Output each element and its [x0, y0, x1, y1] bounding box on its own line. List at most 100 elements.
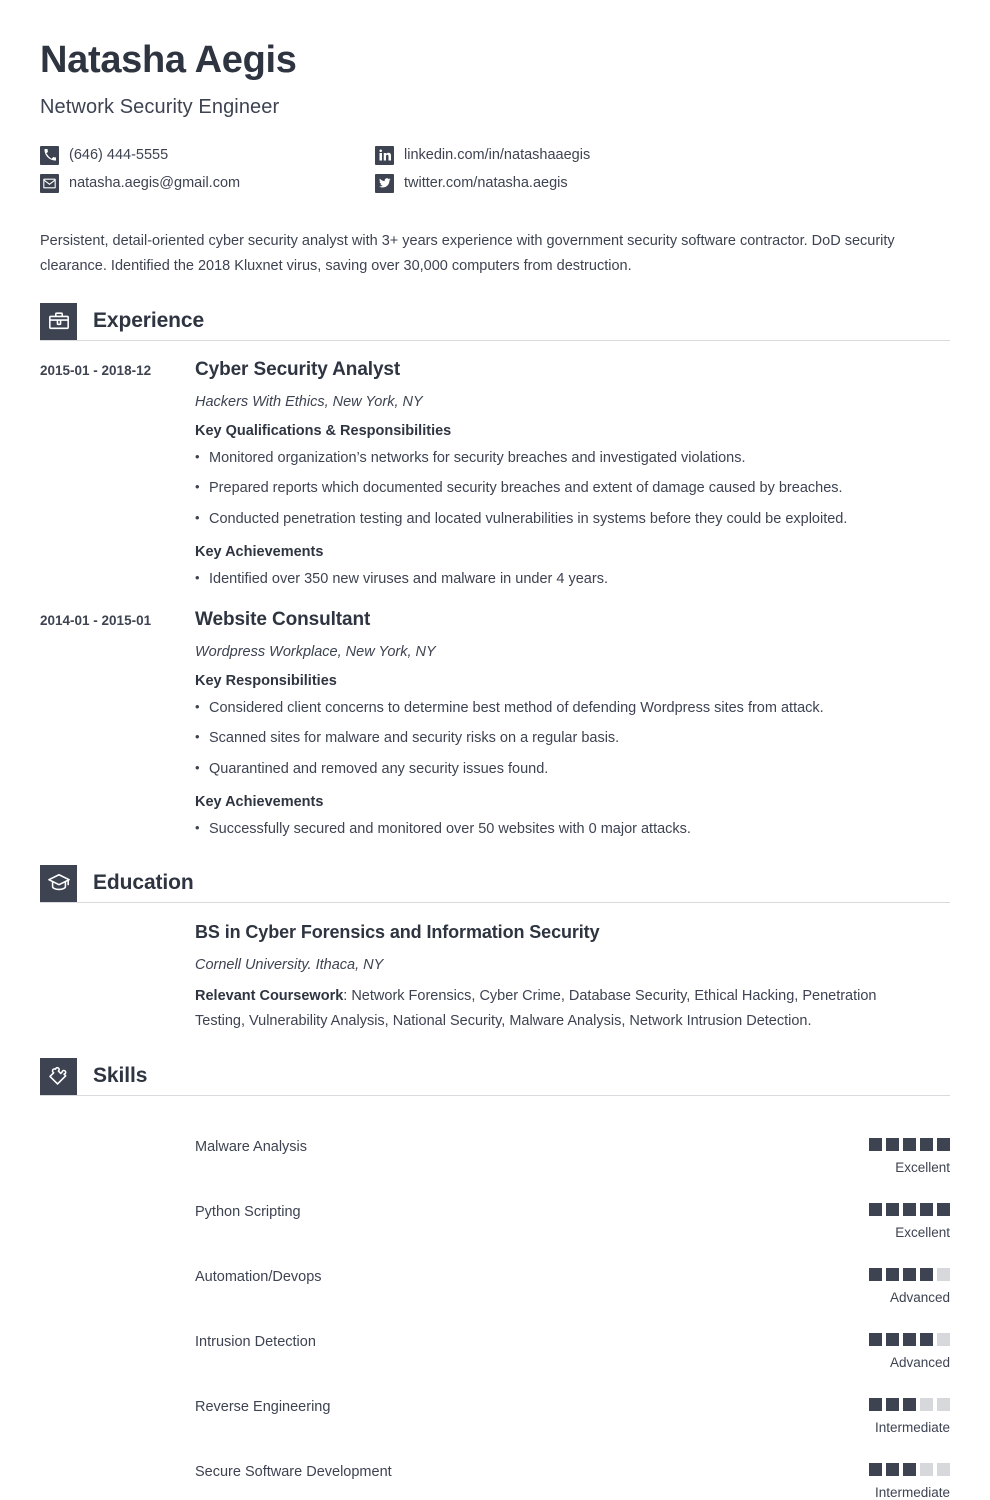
rating-box [869, 1137, 882, 1151]
experience-bullet-list: Monitored organization’s networks for se… [195, 447, 950, 531]
skill-level-label: Excellent [895, 1224, 950, 1240]
skill-name: Intrusion Detection [195, 1333, 316, 1350]
experience-group-heading: Key Responsibilities [195, 672, 337, 689]
twitter-icon [375, 173, 394, 193]
rating-box [920, 1137, 933, 1151]
list-item: Prepared reports which documented securi… [195, 477, 950, 500]
rating-box [920, 1332, 933, 1346]
contact-list: (646) 444-5555 linkedin.com/in/natashaae… [40, 145, 950, 193]
rating-box [886, 1332, 899, 1346]
rating-box [937, 1267, 950, 1281]
graduation-cap-icon [40, 864, 77, 902]
skill-level-label: Excellent [895, 1159, 950, 1175]
skill-rating: Intermediate [869, 1462, 950, 1500]
skill-row: Secure Software Development Intermediate [195, 1435, 950, 1500]
rating-box [886, 1267, 899, 1281]
skill-name: Secure Software Development [195, 1463, 392, 1480]
experience-entry-role: Cyber Security Analyst [195, 358, 401, 380]
skill-rating: Advanced [869, 1267, 950, 1305]
skill-row: Reverse Engineering Intermediate [195, 1370, 950, 1435]
contact-email[interactable]: natasha.aegis@gmail.com [40, 173, 375, 193]
rating-box [937, 1137, 950, 1151]
rating-box [869, 1267, 882, 1281]
skill-name: Automation/Devops [195, 1268, 322, 1285]
skill-rating-boxes [869, 1267, 950, 1281]
skills-section-header: Skills [40, 1057, 950, 1096]
candidate-job-title: Network Security Engineer [40, 95, 280, 118]
education-school: Cornell University. Ithaca, NY [195, 956, 384, 973]
experience-entry-company: Wordpress Workplace, New York, NY [195, 643, 436, 660]
contact-linkedin[interactable]: linkedin.com/in/natashaaegis [375, 145, 950, 165]
skill-row: Malware Analysis Excellent [195, 1110, 950, 1175]
skill-level-label: Advanced [889, 1354, 950, 1370]
education-degree: BS in Cyber Forensics and Information Se… [195, 921, 600, 942]
rating-box [886, 1137, 899, 1151]
candidate-name: Natasha Aegis [40, 39, 297, 81]
contact-twitter-value: twitter.com/natasha.aegis [404, 175, 568, 192]
email-icon [40, 173, 59, 193]
rating-box [869, 1332, 882, 1346]
education-section-title: Education [93, 871, 194, 895]
skill-rating-boxes [869, 1137, 950, 1151]
rating-box [903, 1332, 916, 1346]
list-item: Conducted penetration testing and locate… [195, 508, 950, 531]
education-section-header: Education [40, 864, 950, 903]
rating-box [903, 1462, 916, 1476]
rating-box [920, 1462, 933, 1476]
skills-section-title: Skills [93, 1064, 148, 1088]
experience-group-heading: Key Qualifications & Responsibilities [195, 422, 452, 439]
contact-linkedin-value: linkedin.com/in/natashaaegis [404, 147, 591, 164]
list-item: Identified over 350 new viruses and malw… [195, 568, 950, 591]
skill-rating: Advanced [869, 1332, 950, 1370]
skill-row: Intrusion Detection Advanced [195, 1305, 950, 1370]
education-coursework: Relevant Coursework: Network Forensics, … [195, 984, 907, 1034]
experience-entry: 2015-01 - 2018-12 Cyber Security Analyst… [40, 359, 950, 591]
briefcase-icon [40, 302, 77, 340]
education-entry: BS in Cyber Forensics and Information Se… [40, 922, 950, 1034]
rating-box [937, 1462, 950, 1476]
skill-rating-boxes [869, 1202, 950, 1216]
skill-level-label: Advanced [889, 1289, 950, 1305]
skills-list: Malware Analysis Excellent Python Script… [40, 1110, 950, 1500]
contact-phone-value: (646) 444-5555 [69, 147, 169, 164]
skill-rating: Excellent [869, 1202, 950, 1240]
education-date-spacer [40, 922, 195, 1034]
skill-level-label: Intermediate [874, 1419, 950, 1435]
rating-box [920, 1202, 933, 1216]
rating-box [937, 1332, 950, 1346]
contact-twitter[interactable]: twitter.com/natasha.aegis [375, 173, 950, 193]
phone-icon [40, 145, 59, 165]
rating-box [869, 1462, 882, 1476]
list-item: Scanned sites for malware and security r… [195, 727, 950, 750]
rating-box [869, 1202, 882, 1216]
experience-entry-dates: 2015-01 - 2018-12 [40, 362, 152, 378]
experience-entry-role: Website Consultant [195, 608, 371, 630]
contact-phone[interactable]: (646) 444-5555 [40, 145, 375, 165]
rating-box [886, 1462, 899, 1476]
skill-name: Reverse Engineering [195, 1398, 331, 1415]
rating-box [903, 1202, 916, 1216]
experience-bullet-list: Considered client concerns to determine … [195, 697, 950, 781]
experience-section-title: Experience [93, 309, 205, 333]
skill-name: Python Scripting [195, 1203, 301, 1220]
experience-entry: 2014-01 - 2015-01 Website Consultant Wor… [40, 609, 950, 841]
experience-entry-company: Hackers With Ethics, New York, NY [195, 393, 423, 410]
experience-section-header: Experience [40, 302, 950, 341]
experience-bullet-list: Successfully secured and monitored over … [195, 818, 950, 841]
professional-summary: Persistent, detail-oriented cyber securi… [40, 232, 895, 274]
education-section: Education BS in Cyber Forensics and Info… [40, 864, 950, 1034]
list-item: Successfully secured and monitored over … [195, 818, 950, 841]
experience-group-heading: Key Achievements [195, 793, 324, 810]
rating-box [903, 1137, 916, 1151]
skills-section: Skills Malware Analysis Excellent Python… [40, 1057, 950, 1500]
experience-group-heading: Key Achievements [195, 543, 324, 560]
skill-rating: Excellent [869, 1137, 950, 1175]
rating-box [920, 1267, 933, 1281]
rating-box [937, 1202, 950, 1216]
experience-bullet-list: Identified over 350 new viruses and malw… [195, 568, 950, 591]
resume-page: Natasha Aegis Network Security Engineer … [0, 0, 990, 1500]
experience-entry-dates: 2014-01 - 2015-01 [40, 612, 152, 628]
resume-header: Natasha Aegis Network Security Engineer … [40, 39, 950, 279]
contact-email-value: natasha.aegis@gmail.com [69, 175, 241, 192]
list-item: Quarantined and removed any security iss… [195, 758, 950, 781]
